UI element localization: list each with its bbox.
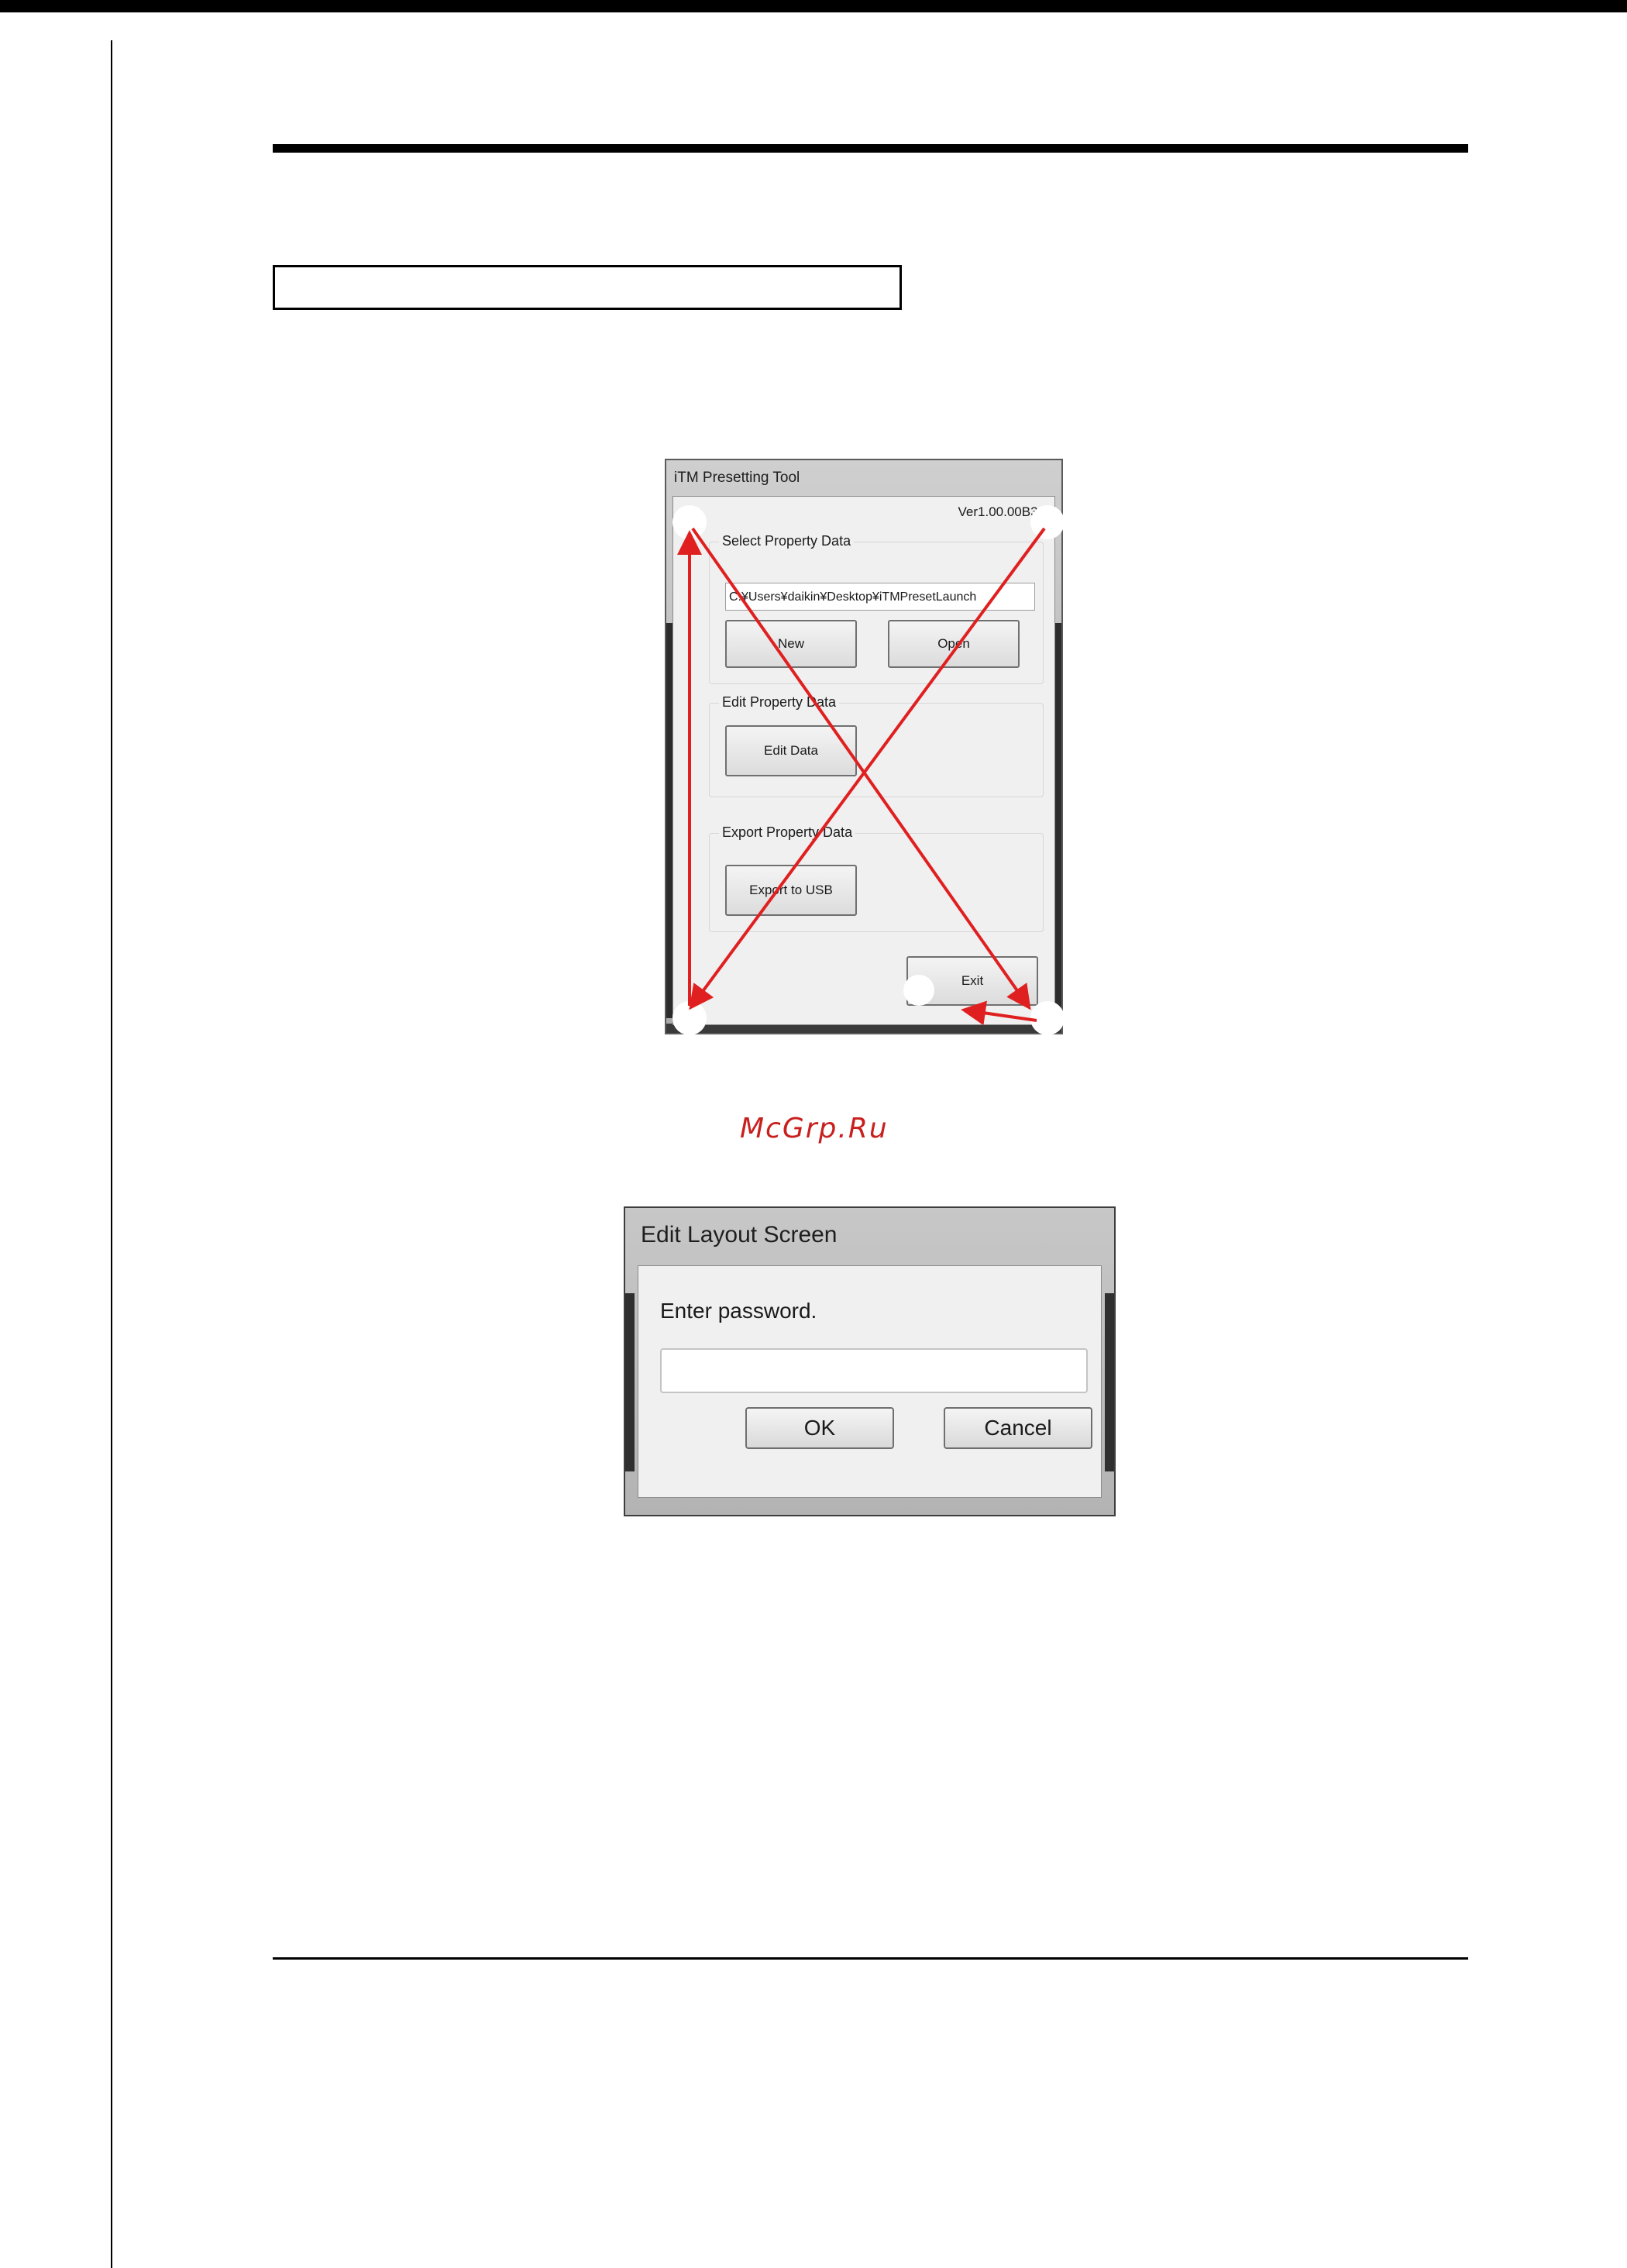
arrow-top-left-to-bottom-right [691,527,1031,1010]
header-rule [273,144,1468,153]
watermark: McGrp.Ru [740,1113,889,1144]
dialog-edge-right [1105,1293,1114,1471]
touch-sequence-arrows [677,527,1046,1026]
dialog-edge-left [625,1293,635,1471]
ok-button[interactable]: OK [745,1407,894,1449]
dialog-client-area: Enter password. OK Cancel [638,1265,1102,1498]
left-margin-line [111,40,112,2268]
password-input[interactable] [660,1348,1088,1393]
section-title-box [273,265,902,310]
cancel-button[interactable]: Cancel [944,1407,1092,1449]
footer-rule [273,1957,1468,1960]
arrow-top-right-to-bottom-left [689,527,1046,1010]
arrow-bottom-right-to-exit [961,1000,1037,1026]
password-dialog: Edit Layout Screen Enter password. OK Ca… [624,1206,1116,1516]
password-prompt: Enter password. [660,1299,817,1323]
page-top-bar [0,0,1627,12]
dialog-title: Edit Layout Screen [641,1222,838,1248]
